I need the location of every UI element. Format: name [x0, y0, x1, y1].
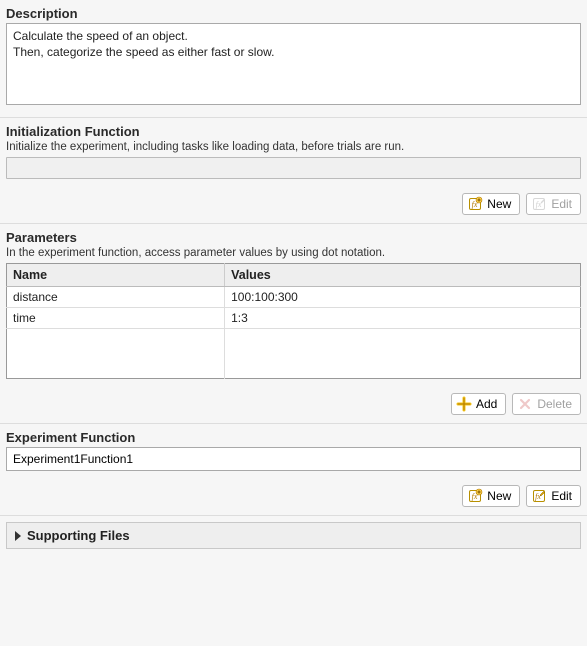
parameters-buttons: Add Delete — [0, 387, 587, 419]
plus-icon — [456, 396, 472, 412]
init-fn-field[interactable] — [6, 157, 581, 179]
init-fn-edit-label: Edit — [551, 197, 572, 211]
param-name-cell[interactable]: distance — [7, 287, 225, 308]
svg-text:fx: fx — [536, 200, 542, 209]
parameters-section: Parameters In the experiment function, a… — [0, 224, 587, 387]
param-col-values: Values — [225, 264, 581, 287]
init-fn-buttons: fx New fx Edit — [0, 187, 587, 219]
exp-fn-section: Experiment Function — [0, 424, 587, 479]
table-row[interactable]: distance 100:100:300 — [7, 287, 581, 308]
chevron-right-icon — [15, 531, 21, 541]
param-delete-label: Delete — [537, 397, 572, 411]
edit-function-icon: fx — [531, 488, 547, 504]
exp-fn-edit-button[interactable]: fx Edit — [526, 485, 581, 507]
param-add-button[interactable]: Add — [451, 393, 506, 415]
param-values-cell[interactable]: 100:100:300 — [225, 287, 581, 308]
new-function-icon: fx — [467, 196, 483, 212]
delete-icon — [517, 396, 533, 412]
svg-text:fx: fx — [535, 492, 541, 501]
param-col-name: Name — [7, 264, 225, 287]
parameters-table[interactable]: Name Values distance 100:100:300 time 1:… — [6, 263, 581, 379]
description-section: Description Calculate the speed of an ob… — [0, 0, 587, 113]
new-function-icon: fx — [467, 488, 483, 504]
init-fn-new-label: New — [487, 197, 511, 211]
exp-fn-edit-label: Edit — [551, 489, 572, 503]
param-add-label: Add — [476, 397, 497, 411]
exp-fn-new-button[interactable]: fx New — [462, 485, 520, 507]
param-name-cell[interactable]: time — [7, 308, 225, 329]
exp-fn-field[interactable] — [6, 447, 581, 471]
parameters-title: Parameters — [6, 228, 581, 245]
parameters-help: In the experiment function, access param… — [6, 247, 581, 259]
table-row[interactable]: time 1:3 — [7, 308, 581, 329]
description-textarea[interactable]: Calculate the speed of an object. Then, … — [6, 23, 581, 105]
supporting-files-header[interactable]: Supporting Files — [6, 522, 581, 549]
init-fn-title: Initialization Function — [6, 122, 581, 139]
exp-fn-buttons: fx New fx Edit — [0, 479, 587, 511]
table-filler — [7, 329, 581, 379]
exp-fn-new-label: New — [487, 489, 511, 503]
description-title: Description — [6, 4, 581, 21]
supporting-files-title: Supporting Files — [27, 528, 130, 543]
exp-fn-title: Experiment Function — [6, 428, 581, 445]
param-values-cell[interactable]: 1:3 — [225, 308, 581, 329]
init-fn-help: Initialize the experiment, including tas… — [6, 141, 581, 153]
init-fn-new-button[interactable]: fx New — [462, 193, 520, 215]
edit-function-icon: fx — [531, 196, 547, 212]
divider — [0, 515, 587, 516]
init-fn-edit-button: fx Edit — [526, 193, 581, 215]
param-delete-button: Delete — [512, 393, 581, 415]
init-fn-section: Initialization Function Initialize the e… — [0, 118, 587, 187]
